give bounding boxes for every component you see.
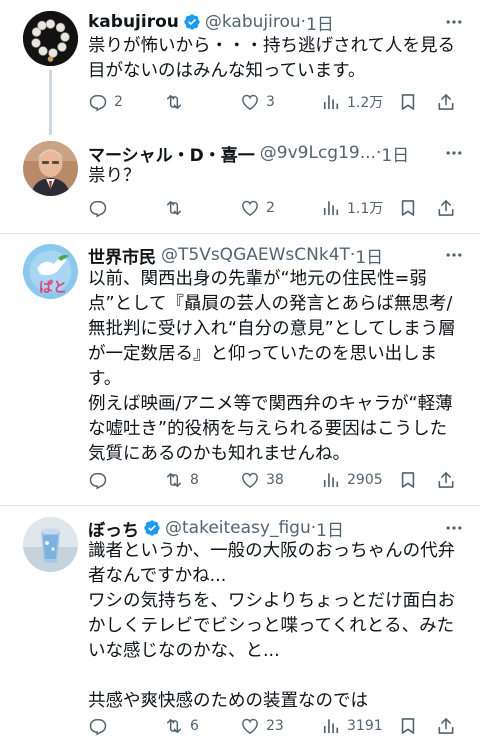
more-icon[interactable] <box>442 243 466 267</box>
views-button[interactable]: 1.1万 <box>321 195 383 221</box>
retweet-button[interactable] <box>164 89 190 115</box>
share-button[interactable] <box>436 713 456 739</box>
views-button[interactable]: 2905 <box>321 467 383 493</box>
tweet-text: 識者というか、一般の大阪のおっちゃんの代弁 者なんですかね... ワシの気持ちを… <box>88 541 456 711</box>
reply-button[interactable] <box>88 467 114 493</box>
avatar[interactable] <box>23 517 78 572</box>
bookmark-button[interactable] <box>398 467 418 493</box>
avatar[interactable]: ぱと <box>23 244 78 299</box>
timestamp[interactable]: 1日 <box>381 141 409 166</box>
retweet-button[interactable]: 8 <box>164 467 199 493</box>
share-button[interactable] <box>436 467 456 493</box>
retweet-button[interactable] <box>164 195 190 221</box>
author-name[interactable]: 世界市民 <box>88 243 156 268</box>
views-icon <box>323 473 339 488</box>
like-icon <box>242 718 258 734</box>
bookmark-button[interactable] <box>398 89 418 115</box>
bookmark-button[interactable] <box>398 713 418 739</box>
reply-icon <box>89 201 107 218</box>
timestamp[interactable]: 1日 <box>316 516 344 541</box>
tweet-header: 世界市民 @T5VsQGAEWsCNk4T · 1日 <box>88 242 470 268</box>
retweet-icon <box>167 473 181 487</box>
like-icon <box>242 200 258 216</box>
verified-icon <box>183 13 201 31</box>
like-count: 23 <box>266 718 284 734</box>
retweet-button[interactable]: 6 <box>164 713 199 739</box>
share-icon <box>438 94 454 110</box>
like-button[interactable]: 23 <box>240 713 284 739</box>
bookmark-icon <box>401 718 415 734</box>
author-handle[interactable]: @kabujirou <box>205 12 301 32</box>
views-icon <box>323 95 339 110</box>
like-button[interactable]: 2 <box>240 195 275 221</box>
bookmark-button[interactable] <box>398 195 418 221</box>
more-icon[interactable] <box>442 516 466 540</box>
author-handle[interactable]: @takeiteasy_figu <box>165 518 311 538</box>
author-name[interactable]: kabujirou <box>88 12 179 32</box>
like-count: 38 <box>266 472 284 488</box>
views-button[interactable]: 3191 <box>321 713 383 739</box>
reply-button[interactable] <box>88 195 114 221</box>
views-icon <box>323 201 339 216</box>
bookmark-icon <box>401 94 415 110</box>
like-count: 2 <box>266 200 275 216</box>
retweet-icon <box>167 95 181 109</box>
more-icon[interactable] <box>442 141 466 165</box>
share-button[interactable] <box>436 89 456 115</box>
tweet-text: 祟り？ <box>88 166 141 186</box>
timestamp[interactable]: 1日 <box>355 243 383 268</box>
views-count: 1.1万 <box>347 201 384 217</box>
action-bar: 2 1.1万 <box>88 195 460 221</box>
like-button[interactable]: 3 <box>240 89 275 115</box>
author-name[interactable]: マーシャル・D・喜一 <box>88 141 255 166</box>
views-count: 1.2万 <box>347 95 384 111</box>
more-icon[interactable] <box>442 10 466 34</box>
thread-line <box>49 70 52 135</box>
tweet-text: 祟りが怖いから・・・持ち逃げされて人を見る 目がないのはみんな知っています。 <box>88 36 455 81</box>
views-count: 2905 <box>347 472 383 488</box>
tweet-header: kabujirou @kabujirou · 1日 <box>88 9 470 35</box>
tweet-3[interactable]: ぱと 世界市民 @T5VsQGAEWsCNk4T · 1日 以前、関西出身の先輩… <box>0 234 480 506</box>
like-icon <box>242 472 258 488</box>
retweet-count: 8 <box>190 472 199 488</box>
reply-button[interactable] <box>88 713 114 739</box>
tweet-header: マーシャル・D・喜一 @9v9Lcg19... · 1日 <box>88 140 470 166</box>
tweet-text: 以前、関西出身の先輩が“地元の住民性=弱 点”として『贔屓の芸人の発言とあらば無… <box>88 269 456 464</box>
like-icon <box>242 94 258 110</box>
bookmark-icon <box>401 200 415 216</box>
retweet-icon <box>167 719 181 733</box>
reply-icon <box>89 473 107 490</box>
like-count: 3 <box>266 94 275 110</box>
views-icon <box>323 719 339 734</box>
action-bar: 8 38 2905 <box>88 467 460 493</box>
action-bar: 6 23 3191 <box>88 713 460 739</box>
bookmark-icon <box>401 472 415 488</box>
author-handle[interactable]: @9v9Lcg19... <box>260 143 376 163</box>
avatar[interactable] <box>23 11 78 66</box>
retweet-icon <box>167 201 181 215</box>
timestamp[interactable]: 1日 <box>306 10 334 35</box>
share-icon <box>438 200 454 216</box>
svg-text:ぱと: ぱと <box>39 279 67 296</box>
like-button[interactable]: 38 <box>240 467 284 493</box>
tweet-2[interactable]: マーシャル・D・喜一 @9v9Lcg19... · 1日 祟り？ 2 1.1万 <box>0 135 480 233</box>
avatar[interactable] <box>23 141 78 196</box>
tweet-header: ぼっち @takeiteasy_figu · 1日 <box>88 515 470 541</box>
verified-icon <box>143 519 161 537</box>
author-handle[interactable]: @T5VsQGAEWsCNk4T <box>161 245 350 265</box>
tweet-4[interactable]: ぼっち @takeiteasy_figu · 1日 識者というか、一般の大阪のお… <box>0 506 480 747</box>
retweet-count: 6 <box>190 718 199 734</box>
share-button[interactable] <box>436 195 456 221</box>
author-name[interactable]: ぼっち <box>88 516 139 541</box>
reply-icon <box>89 95 107 112</box>
reply-count: 2 <box>114 94 123 110</box>
reply-button[interactable]: 2 <box>88 89 123 115</box>
share-icon <box>438 472 454 488</box>
views-button[interactable]: 1.2万 <box>321 89 383 115</box>
views-count: 3191 <box>347 718 383 734</box>
tweet-1[interactable]: kabujirou @kabujirou · 1日 祟りが怖いから・・・持ち逃げ… <box>0 0 480 135</box>
share-icon <box>438 718 454 734</box>
reply-icon <box>89 719 107 736</box>
action-bar: 2 3 1.2万 <box>88 89 460 115</box>
